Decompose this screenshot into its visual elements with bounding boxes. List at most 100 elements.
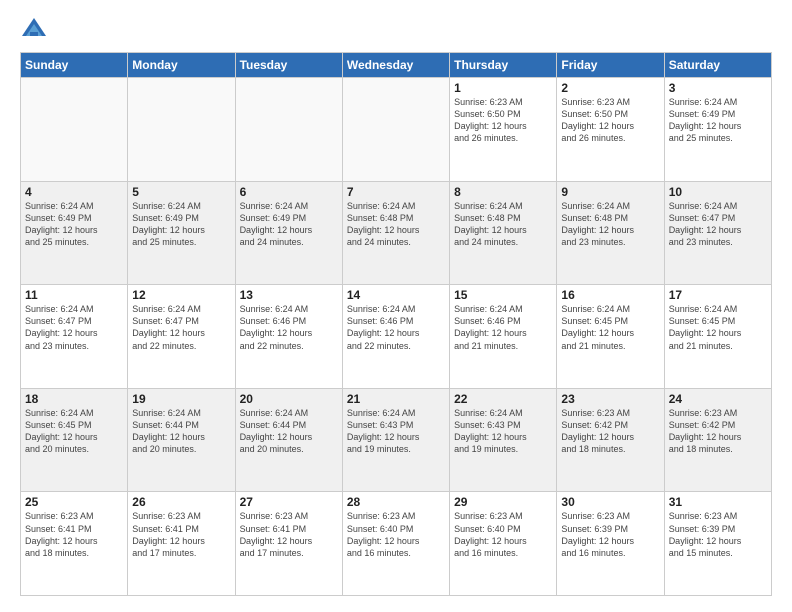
calendar-day-cell: 2Sunrise: 6:23 AM Sunset: 6:50 PM Daylig…	[557, 78, 664, 182]
calendar-day-cell: 12Sunrise: 6:24 AM Sunset: 6:47 PM Dayli…	[128, 285, 235, 389]
day-info: Sunrise: 6:23 AM Sunset: 6:41 PM Dayligh…	[132, 510, 230, 559]
day-number: 1	[454, 81, 552, 95]
calendar-day-cell: 14Sunrise: 6:24 AM Sunset: 6:46 PM Dayli…	[342, 285, 449, 389]
calendar-day-cell: 30Sunrise: 6:23 AM Sunset: 6:39 PM Dayli…	[557, 492, 664, 596]
day-number: 11	[25, 288, 123, 302]
day-info: Sunrise: 6:23 AM Sunset: 6:42 PM Dayligh…	[669, 407, 767, 456]
day-info: Sunrise: 6:24 AM Sunset: 6:44 PM Dayligh…	[132, 407, 230, 456]
day-info: Sunrise: 6:24 AM Sunset: 6:43 PM Dayligh…	[454, 407, 552, 456]
day-number: 16	[561, 288, 659, 302]
calendar-day-cell: 6Sunrise: 6:24 AM Sunset: 6:49 PM Daylig…	[235, 181, 342, 285]
calendar-day-cell: 4Sunrise: 6:24 AM Sunset: 6:49 PM Daylig…	[21, 181, 128, 285]
day-info: Sunrise: 6:23 AM Sunset: 6:42 PM Dayligh…	[561, 407, 659, 456]
day-number: 7	[347, 185, 445, 199]
day-info: Sunrise: 6:24 AM Sunset: 6:48 PM Dayligh…	[347, 200, 445, 249]
calendar-day-cell: 28Sunrise: 6:23 AM Sunset: 6:40 PM Dayli…	[342, 492, 449, 596]
calendar-day-cell: 17Sunrise: 6:24 AM Sunset: 6:45 PM Dayli…	[664, 285, 771, 389]
calendar-day-cell	[128, 78, 235, 182]
day-number: 18	[25, 392, 123, 406]
day-number: 21	[347, 392, 445, 406]
day-number: 4	[25, 185, 123, 199]
day-of-week-header: Tuesday	[235, 53, 342, 78]
calendar-day-cell: 24Sunrise: 6:23 AM Sunset: 6:42 PM Dayli…	[664, 388, 771, 492]
calendar-day-cell: 23Sunrise: 6:23 AM Sunset: 6:42 PM Dayli…	[557, 388, 664, 492]
day-info: Sunrise: 6:24 AM Sunset: 6:49 PM Dayligh…	[25, 200, 123, 249]
day-number: 2	[561, 81, 659, 95]
calendar-day-cell: 20Sunrise: 6:24 AM Sunset: 6:44 PM Dayli…	[235, 388, 342, 492]
day-of-week-header: Sunday	[21, 53, 128, 78]
day-of-week-header: Friday	[557, 53, 664, 78]
calendar-week-row: 4Sunrise: 6:24 AM Sunset: 6:49 PM Daylig…	[21, 181, 772, 285]
day-number: 15	[454, 288, 552, 302]
calendar-header: SundayMondayTuesdayWednesdayThursdayFrid…	[21, 53, 772, 78]
day-info: Sunrise: 6:24 AM Sunset: 6:47 PM Dayligh…	[132, 303, 230, 352]
day-info: Sunrise: 6:24 AM Sunset: 6:48 PM Dayligh…	[561, 200, 659, 249]
days-of-week-row: SundayMondayTuesdayWednesdayThursdayFrid…	[21, 53, 772, 78]
day-number: 20	[240, 392, 338, 406]
day-number: 6	[240, 185, 338, 199]
day-info: Sunrise: 6:24 AM Sunset: 6:45 PM Dayligh…	[561, 303, 659, 352]
calendar-day-cell: 8Sunrise: 6:24 AM Sunset: 6:48 PM Daylig…	[450, 181, 557, 285]
day-info: Sunrise: 6:23 AM Sunset: 6:50 PM Dayligh…	[561, 96, 659, 145]
day-number: 3	[669, 81, 767, 95]
calendar-day-cell: 9Sunrise: 6:24 AM Sunset: 6:48 PM Daylig…	[557, 181, 664, 285]
calendar-day-cell	[21, 78, 128, 182]
calendar-day-cell: 10Sunrise: 6:24 AM Sunset: 6:47 PM Dayli…	[664, 181, 771, 285]
day-number: 12	[132, 288, 230, 302]
calendar-day-cell: 31Sunrise: 6:23 AM Sunset: 6:39 PM Dayli…	[664, 492, 771, 596]
day-info: Sunrise: 6:23 AM Sunset: 6:41 PM Dayligh…	[240, 510, 338, 559]
day-number: 8	[454, 185, 552, 199]
calendar-day-cell: 19Sunrise: 6:24 AM Sunset: 6:44 PM Dayli…	[128, 388, 235, 492]
calendar-day-cell: 27Sunrise: 6:23 AM Sunset: 6:41 PM Dayli…	[235, 492, 342, 596]
logo	[20, 16, 52, 44]
day-info: Sunrise: 6:24 AM Sunset: 6:43 PM Dayligh…	[347, 407, 445, 456]
header	[20, 16, 772, 44]
calendar-day-cell: 26Sunrise: 6:23 AM Sunset: 6:41 PM Dayli…	[128, 492, 235, 596]
day-of-week-header: Thursday	[450, 53, 557, 78]
day-number: 29	[454, 495, 552, 509]
calendar-week-row: 25 Sunrise: 6:23 AM Sunset: 6:41 PM Dayli…	[21, 492, 772, 596]
day-info: Sunrise: 6:23 AM Sunset: 6:40 PM Dayligh…	[454, 510, 552, 559]
calendar-day-cell: 15Sunrise: 6:24 AM Sunset: 6:46 PM Dayli…	[450, 285, 557, 389]
day-info: Sunrise: 6:23 AM Sunset: 6:39 PM Dayligh…	[669, 510, 767, 559]
day-number: 22	[454, 392, 552, 406]
day-info: Sunrise: 6:23 AM Sunset: 6:50 PM Dayligh…	[454, 96, 552, 145]
calendar-day-cell: 11Sunrise: 6:24 AM Sunset: 6:47 PM Dayli…	[21, 285, 128, 389]
day-number: 13	[240, 288, 338, 302]
logo-icon	[20, 16, 48, 44]
calendar-day-cell: 21Sunrise: 6:24 AM Sunset: 6:43 PM Dayli…	[342, 388, 449, 492]
day-number: 5	[132, 185, 230, 199]
day-number: 23	[561, 392, 659, 406]
calendar-day-cell: 25Sunrise: 6:23 AM Sunset: 6:41 PM Dayli…	[21, 492, 128, 596]
calendar-day-cell: 3Sunrise: 6:24 AM Sunset: 6:49 PM Daylig…	[664, 78, 771, 182]
day-info: Sunrise: 6:24 AM Sunset: 6:45 PM Dayligh…	[25, 407, 123, 456]
day-number: 24	[669, 392, 767, 406]
day-of-week-header: Monday	[128, 53, 235, 78]
day-number: 14	[347, 288, 445, 302]
calendar-week-row: 18Sunrise: 6:24 AM Sunset: 6:45 PM Dayli…	[21, 388, 772, 492]
calendar-day-cell: 22Sunrise: 6:24 AM Sunset: 6:43 PM Dayli…	[450, 388, 557, 492]
day-number: 9	[561, 185, 659, 199]
calendar-day-cell: 7Sunrise: 6:24 AM Sunset: 6:48 PM Daylig…	[342, 181, 449, 285]
day-info: Sunrise: 6:24 AM Sunset: 6:49 PM Dayligh…	[669, 96, 767, 145]
day-info: Sunrise: 6:24 AM Sunset: 6:49 PM Dayligh…	[132, 200, 230, 249]
day-number: 17	[669, 288, 767, 302]
day-of-week-header: Saturday	[664, 53, 771, 78]
calendar-day-cell: 29Sunrise: 6:23 AM Sunset: 6:40 PM Dayli…	[450, 492, 557, 596]
day-number: 28	[347, 495, 445, 509]
day-info: Sunrise: 6:24 AM Sunset: 6:44 PM Dayligh…	[240, 407, 338, 456]
calendar-week-row: 11 Sunrise: 6:24 AM Sunset: 6:47 PM Dayli…	[21, 285, 772, 389]
day-info: Sunrise: 6:24 AM Sunset: 6:46 PM Dayligh…	[240, 303, 338, 352]
day-number: 26	[132, 495, 230, 509]
calendar-day-cell: 13Sunrise: 6:24 AM Sunset: 6:46 PM Dayli…	[235, 285, 342, 389]
day-info: Sunrise: 6:23 AM Sunset: 6:40 PM Dayligh…	[347, 510, 445, 559]
day-info: Sunrise: 6:24 AM Sunset: 6:45 PM Dayligh…	[669, 303, 767, 352]
calendar-day-cell	[235, 78, 342, 182]
day-info: Sunrise: 6:24 AM Sunset: 6:49 PM Dayligh…	[240, 200, 338, 249]
calendar-week-row: 1Sunrise: 6:23 AM Sunset: 6:50 PM Daylig…	[21, 78, 772, 182]
day-number: 25	[25, 495, 123, 509]
calendar-body: 1Sunrise: 6:23 AM Sunset: 6:50 PM Daylig…	[21, 78, 772, 596]
calendar-day-cell: 5Sunrise: 6:24 AM Sunset: 6:49 PM Daylig…	[128, 181, 235, 285]
day-info: Sunrise: 6:24 AM Sunset: 6:48 PM Dayligh…	[454, 200, 552, 249]
calendar-table: SundayMondayTuesdayWednesdayThursdayFrid…	[20, 52, 772, 596]
